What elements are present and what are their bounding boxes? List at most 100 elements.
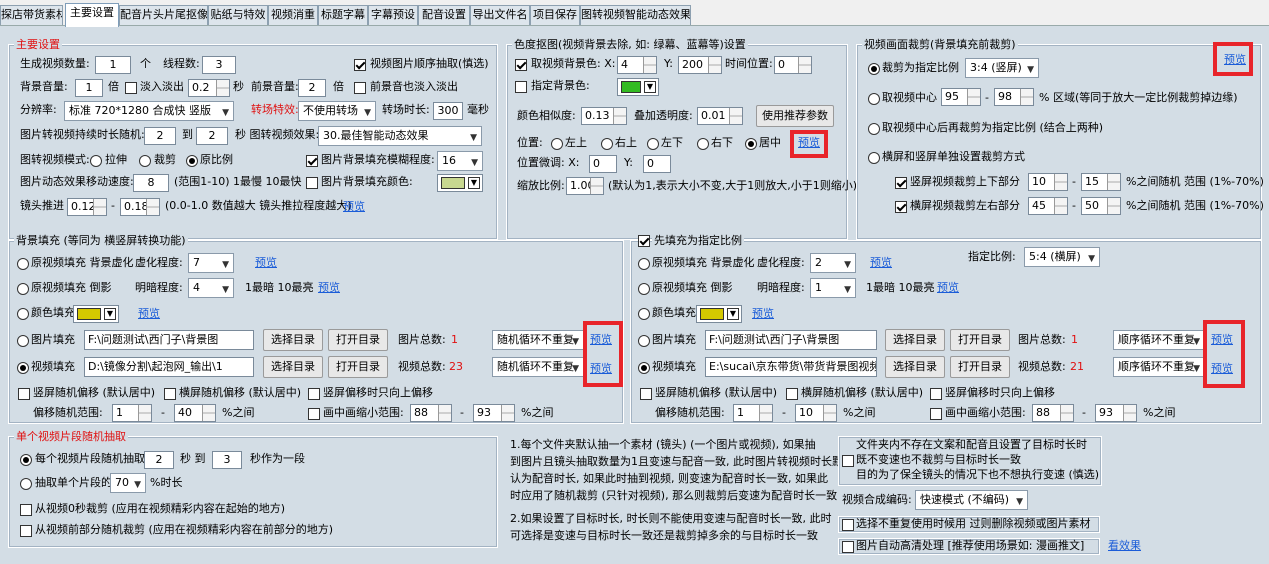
blur-checkbox[interactable] <box>306 155 318 167</box>
pos-bottom-right-radio[interactable] <box>697 138 709 150</box>
clip-percent-select[interactable]: 70 ▼ <box>110 473 146 493</box>
tab-title-subtitle[interactable]: 标题字幕 <box>318 5 368 25</box>
bg-volume-input[interactable]: 1 <box>75 79 103 97</box>
img-open-dir-button[interactable]: 打开目录 <box>328 329 388 351</box>
fine-y-input[interactable]: 0 <box>643 155 671 173</box>
motion-speed-input[interactable]: 8 <box>133 174 169 192</box>
fine-x-input[interactable]: 0 <box>589 155 617 173</box>
r-img-fill-mode-select[interactable]: 顺序循环不重复 ▼ <box>1113 330 1205 350</box>
img-fill-path-input[interactable]: F:\问题测试\西门子\背景图 <box>84 330 254 350</box>
ratio-select[interactable]: 5:4 (横屏) ▼ <box>1024 247 1100 267</box>
threads-input[interactable]: 3 <box>202 56 236 74</box>
vid-fill-path-input[interactable]: D:\镜像分割\起泡网_输出\1 <box>84 357 254 377</box>
img-fill-mode-select[interactable]: 随机循环不重复 ▼ <box>492 330 584 350</box>
spec-bg-color-picker[interactable]: ▼ <box>617 78 659 96</box>
img-choose-dir-button[interactable]: 选择目录 <box>263 329 323 351</box>
img-effect-select[interactable]: 30.最佳智能动态效果 ▼ <box>318 126 482 146</box>
img-duration-min-input[interactable]: 2 <box>144 127 176 145</box>
crop-ratio-select[interactable]: 3:4 (竖屏) ▼ <box>965 58 1039 78</box>
vid-fill-preview-link[interactable]: 预览 <box>590 361 612 377</box>
fade-checkbox[interactable] <box>125 82 137 94</box>
crop-center-b-spinner[interactable]: 98 <box>994 88 1034 106</box>
r-orig-inverted-preview-link[interactable]: 预览 <box>937 280 959 296</box>
no-speed-checkbox[interactable] <box>842 455 854 467</box>
tab-store-material[interactable]: 探店带货素材 <box>0 5 63 25</box>
r-pip-checkbox[interactable] <box>930 408 942 420</box>
r-blur-degree-select[interactable]: 2 ▼ <box>810 253 856 273</box>
tab-project-save[interactable]: 项目保存 <box>530 5 580 25</box>
r-vid-fill-preview-link[interactable]: 预览 <box>1211 361 1233 377</box>
img-fill-preview-link[interactable]: 预览 <box>590 332 612 348</box>
fill-color-picker[interactable]: ▼ <box>73 305 119 323</box>
fg-fade-checkbox[interactable] <box>354 82 366 94</box>
crop-vertical-checkbox[interactable] <box>895 177 907 189</box>
r-offset-min-spinner[interactable]: 1 <box>733 404 773 422</box>
fade-duration-spinner[interactable]: 0.2 <box>188 79 230 97</box>
r-img-fill-path-input[interactable]: F:\问题测试\西门子\背景图 <box>705 330 877 350</box>
img-duration-max-input[interactable]: 2 <box>196 127 228 145</box>
seq-extract-checkbox[interactable] <box>354 59 366 71</box>
r-brightness-select[interactable]: 1 ▼ <box>810 278 856 298</box>
tab-stickers-effects[interactable]: 贴纸与特效 <box>208 5 268 25</box>
crop-ratio-radio[interactable] <box>868 63 880 75</box>
r-orig-blur-radio[interactable] <box>638 258 650 270</box>
crop-separate-radio[interactable] <box>868 152 880 164</box>
pos-bottom-left-radio[interactable] <box>647 138 659 150</box>
crop-preview-link[interactable]: 预览 <box>1224 52 1246 68</box>
chroma-y-spinner[interactable]: 200 <box>678 56 722 74</box>
transition-duration-input[interactable]: 300 <box>433 102 463 120</box>
scale-spinner[interactable]: 1.00 <box>566 177 604 195</box>
offset-min-spinner[interactable]: 1 <box>112 404 152 422</box>
pip-max-spinner[interactable]: 93 <box>473 404 515 422</box>
crop-horizontal-b-spinner[interactable]: 50 <box>1081 197 1121 215</box>
crop-horizontal-checkbox[interactable] <box>895 201 907 213</box>
img-fill-radio[interactable] <box>17 335 29 347</box>
crop-center-a-spinner[interactable]: 95 <box>941 88 981 106</box>
mode-crop-radio[interactable] <box>139 155 151 167</box>
r-color-fill-preview-link[interactable]: 预览 <box>752 306 774 322</box>
fg-volume-input[interactable]: 2 <box>298 79 326 97</box>
spec-bg-checkbox[interactable] <box>515 81 527 93</box>
transition-select[interactable]: 不使用转场 ▼ <box>298 101 376 121</box>
tab-dedup[interactable]: 视频消重 <box>268 5 318 25</box>
r-vid-choose-dir-button[interactable]: 选择目录 <box>885 356 945 378</box>
clip-from-zero-checkbox[interactable] <box>20 504 32 516</box>
r-v-up-checkbox[interactable] <box>930 388 942 400</box>
brightness-select[interactable]: 4 ▼ <box>188 278 234 298</box>
r-img-fill-preview-link[interactable]: 预览 <box>1211 332 1233 348</box>
no-repeat-checkbox[interactable] <box>842 519 854 531</box>
crop-vertical-a-spinner[interactable]: 10 <box>1028 173 1068 191</box>
tab-subtitle-presets[interactable]: 字幕预设 <box>368 5 418 25</box>
tab-dubbing-settings[interactable]: 配音设置 <box>418 5 470 25</box>
crop-center-radio[interactable] <box>868 93 880 105</box>
recommend-params-button[interactable]: 使用推荐参数 <box>756 105 834 127</box>
v-up-checkbox[interactable] <box>308 388 320 400</box>
clip-random-radio[interactable] <box>20 454 32 466</box>
mode-stretch-radio[interactable] <box>90 155 102 167</box>
h-offset-checkbox[interactable] <box>164 388 176 400</box>
color-fill-preview-link[interactable]: 预览 <box>138 306 160 322</box>
chroma-preview-link[interactable]: 预览 <box>798 135 820 151</box>
clip-from-front-checkbox[interactable] <box>20 525 32 537</box>
gen-count-input[interactable]: 1 <box>95 56 131 74</box>
clip-min-input[interactable]: 2 <box>144 451 174 469</box>
overlay-spinner[interactable]: 0.01 <box>697 107 743 125</box>
r-vid-fill-mode-select[interactable]: 顺序循环不重复 ▼ <box>1113 357 1205 377</box>
r-color-fill-radio[interactable] <box>638 308 650 320</box>
r-fill-color-picker[interactable]: ▼ <box>696 305 742 323</box>
view-effect-link[interactable]: 看效果 <box>1108 538 1141 554</box>
mode-ratio-radio[interactable] <box>186 155 198 167</box>
v-offset-checkbox[interactable] <box>18 388 30 400</box>
bg-color-picker[interactable]: ▼ <box>437 174 483 192</box>
bg-color-checkbox[interactable] <box>306 177 318 189</box>
orig-inverted-preview-link[interactable]: 预览 <box>318 280 340 296</box>
r-vid-fill-path-input[interactable]: E:\sucai\京东带货\带货背景图视频 <box>705 357 877 377</box>
pos-top-right-radio[interactable] <box>601 138 613 150</box>
r-img-fill-radio[interactable] <box>638 335 650 347</box>
pip-checkbox[interactable] <box>308 408 320 420</box>
clip-percent-radio[interactable] <box>20 478 32 490</box>
orig-blur-preview-link[interactable]: 预览 <box>255 255 277 271</box>
blur-select[interactable]: 16 ▼ <box>437 151 483 171</box>
zoom-push-max-spinner[interactable]: 0.18 <box>120 198 160 216</box>
r-img-open-dir-button[interactable]: 打开目录 <box>950 329 1010 351</box>
